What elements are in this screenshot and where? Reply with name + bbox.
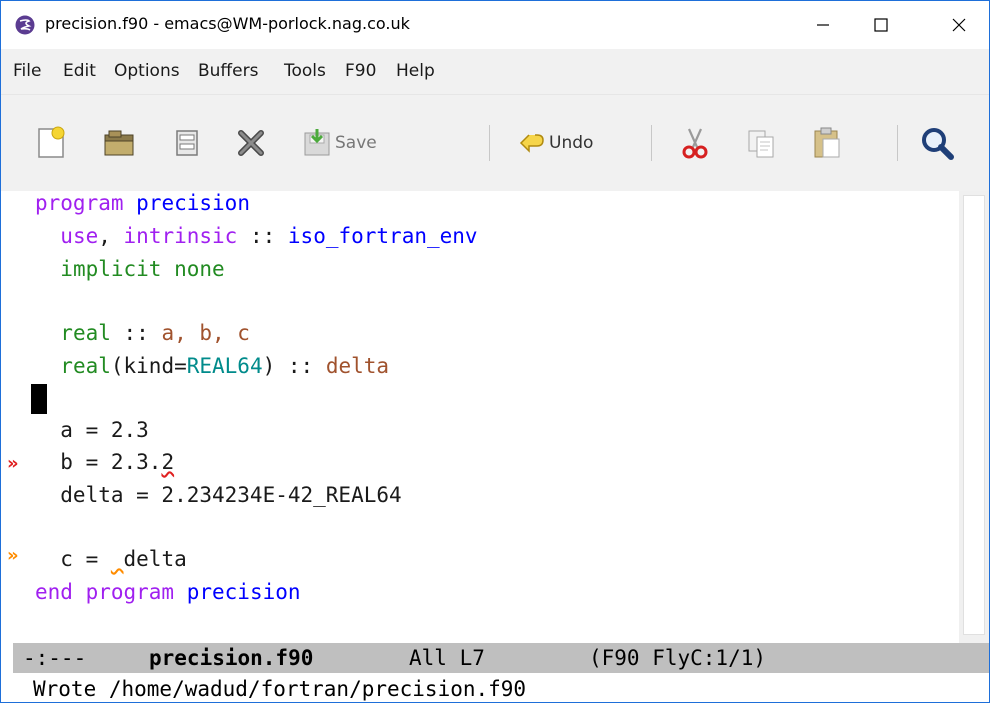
keyword: use: [60, 224, 99, 248]
error-underline[interactable]: 2: [161, 450, 174, 474]
menu-options[interactable]: Options: [114, 61, 180, 81]
code-line-2: use, intrinsic :: iso_fortran_env: [35, 221, 478, 251]
search-icon: [922, 128, 954, 160]
copy-icon: [748, 130, 774, 158]
editor-buffer[interactable]: program precision use, intrinsic :: iso_…: [1, 191, 959, 643]
cut-icon: [682, 128, 708, 159]
menu-file[interactable]: File: [13, 61, 41, 81]
function-name: precision: [136, 191, 250, 215]
cut-button[interactable]: [677, 119, 713, 167]
undo-icon: [519, 134, 544, 153]
new-file-button[interactable]: [33, 119, 69, 167]
open-folder-icon: [104, 130, 134, 156]
warning-underline[interactable]: [111, 547, 124, 571]
code-line-12: c = delta: [35, 544, 187, 574]
code-line-6: real(kind=REAL64) :: delta: [35, 351, 389, 381]
modeline-buffer-name[interactable]: precision.f90: [149, 643, 313, 673]
code-line-13: end program precision: [35, 577, 301, 607]
close-buffer-button[interactable]: [233, 119, 269, 167]
menu-help[interactable]: Help: [396, 61, 435, 81]
tool-bar: Save Undo: [1, 95, 989, 191]
echo-area: Wrote /home/wadud/fortran/precision.f90: [33, 677, 527, 701]
copy-button[interactable]: [743, 119, 779, 167]
undo-button[interactable]: Undo: [515, 119, 593, 167]
menu-bar: File Edit Options Buffers Tools F90 Help: [1, 49, 989, 95]
menu-edit[interactable]: Edit: [63, 61, 96, 81]
dired-icon: [176, 130, 198, 156]
code-line-10: delta = 2.234234E-42_REAL64: [35, 480, 402, 510]
maximize-icon: [874, 18, 888, 32]
open-file-button[interactable]: [101, 119, 137, 167]
maximize-button[interactable]: [853, 1, 909, 49]
code-text: c =: [35, 547, 111, 571]
code-text: delta: [123, 547, 187, 571]
toolbar-separator: [897, 125, 898, 161]
emacs-app-icon: [15, 15, 35, 35]
menu-tools[interactable]: Tools: [284, 61, 326, 81]
emacs-window: precision.f90 - emacs@WM-porlock.nag.co.…: [0, 0, 990, 703]
close-button[interactable]: [931, 1, 987, 49]
close-buffer-icon: [238, 130, 264, 156]
left-fringe: [1, 191, 21, 643]
dired-button[interactable]: [169, 119, 205, 167]
code-text: delta = 2.234234E-42_REAL64: [35, 483, 402, 507]
save-label: Save: [335, 133, 377, 153]
modeline-position: All L7: [409, 646, 485, 670]
code-line-3: implicit none: [35, 254, 225, 284]
toolbar-separator: [489, 125, 490, 161]
save-icon: [304, 129, 330, 156]
code-text: ::: [110, 321, 162, 345]
text-cursor: [31, 384, 47, 414]
type-keyword: implicit none: [60, 257, 225, 281]
flycheck-error-marker[interactable]: »: [7, 454, 19, 474]
code-line-9: b = 2.3.2: [35, 447, 174, 477]
menu-buffers[interactable]: Buffers: [198, 61, 258, 81]
mode-line: -:--- precision.f90 All L7 (F90 FlyC:1/1…: [13, 643, 989, 673]
paste-icon: [814, 127, 840, 158]
search-button[interactable]: [919, 119, 955, 167]
title-bar: precision.f90 - emacs@WM-porlock.nag.co.…: [1, 1, 989, 49]
window-title: precision.f90 - emacs@WM-porlock.nag.co.…: [45, 14, 410, 33]
code-line-5: real :: a, b, c: [35, 318, 250, 348]
constant: REAL64: [186, 354, 263, 378]
modeline-modes[interactable]: (F90 FlyC:1/1): [589, 643, 766, 673]
toolbar-separator: [651, 125, 652, 161]
code-text: ::: [237, 224, 288, 248]
variable-name: delta: [325, 354, 390, 378]
code-text: b = 2.3.: [35, 450, 162, 474]
function-name: precision: [186, 580, 301, 604]
paste-button[interactable]: [809, 119, 845, 167]
type-keyword: real: [60, 321, 111, 345]
code-text: a = 2.3: [35, 418, 149, 442]
keyword: end program: [35, 580, 175, 604]
code-text: ) ::: [262, 354, 326, 378]
code-line-8: a = 2.3: [35, 415, 149, 445]
type-keyword: real: [60, 354, 111, 378]
code-line-1: program precision: [35, 188, 250, 218]
minimize-button[interactable]: [795, 1, 851, 49]
undo-label: Undo: [549, 133, 594, 153]
minimize-icon: [817, 24, 829, 26]
keyword: intrinsic: [123, 224, 238, 248]
variable-names: a, b, c: [161, 321, 250, 345]
close-icon: [952, 18, 966, 32]
module-name: iso_fortran_env: [287, 224, 478, 248]
save-button[interactable]: Save: [301, 119, 377, 167]
menu-f90[interactable]: F90: [345, 61, 376, 81]
new-file-icon: [38, 126, 65, 158]
vertical-scrollbar[interactable]: [959, 191, 989, 643]
scrollbar-thumb[interactable]: [963, 195, 985, 635]
modeline-status: -:---: [23, 646, 87, 670]
code-text: ,: [98, 224, 124, 248]
flycheck-warning-marker[interactable]: »: [7, 546, 19, 566]
code-text: (kind=: [110, 354, 187, 378]
keyword: program: [35, 191, 124, 215]
